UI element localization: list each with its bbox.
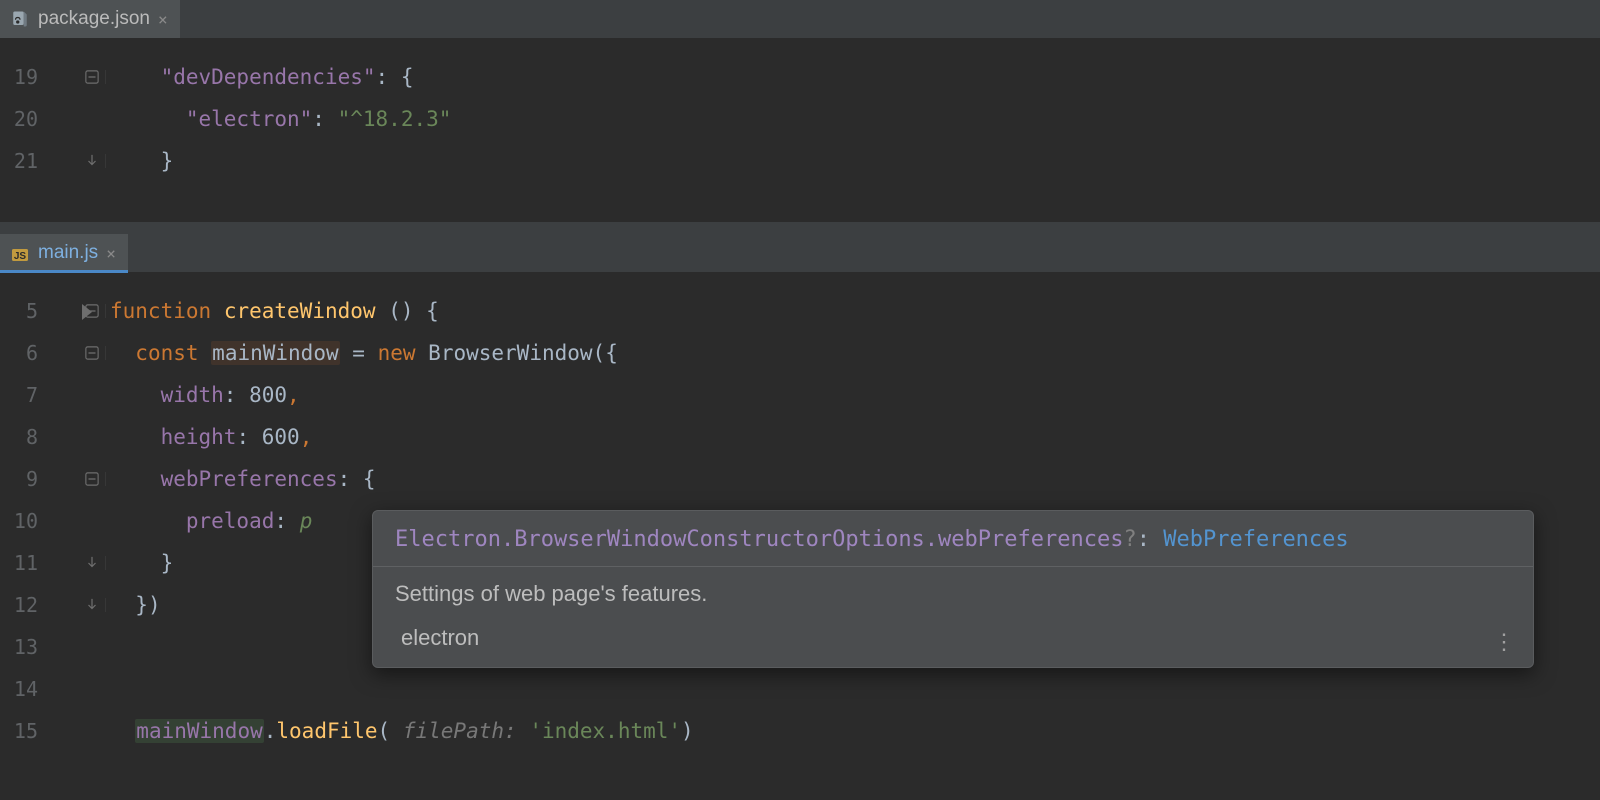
code-line[interactable]: } [110,551,173,575]
line-number: 12 [0,593,50,617]
fold-gutter[interactable] [50,598,106,612]
line-number: 14 [0,677,50,701]
line-number: 8 [0,425,50,449]
line-number: 6 [0,341,50,365]
code-line[interactable]: "devDependencies": { [110,65,413,89]
line-number: 19 [0,65,50,89]
code-line[interactable]: mainWindow.loadFile( filePath: 'index.ht… [110,719,694,743]
tab-main-js[interactable]: JS main.js × [0,234,128,272]
doc-description: Settings of web page's features. [373,567,1533,625]
fold-gutter[interactable] [50,70,106,84]
doc-type-link[interactable]: WebPreferences [1163,527,1348,552]
tab-bar-top: package.json × [0,0,1600,38]
code-line[interactable]: }) [110,593,161,617]
code-line[interactable]: height: 600, [110,425,312,449]
tab-close-icon[interactable]: × [106,244,116,263]
doc-module: electron [373,625,1533,667]
run-gutter-icon[interactable] [82,304,92,320]
tab-close-icon[interactable]: × [158,10,168,29]
line-number: 9 [0,467,50,491]
line-number: 20 [0,107,50,131]
json-file-icon [10,9,30,29]
current-line-highlight [80,668,1600,710]
fold-collapse-icon[interactable] [85,346,99,360]
fold-gutter[interactable] [50,556,106,570]
code-line[interactable]: const mainWindow = new BrowserWindow({ [110,341,618,365]
fold-end-icon[interactable] [85,154,99,168]
editor-pane-bottom: JS main.js × 5 function createWindow () … [0,234,1600,752]
fold-end-icon[interactable] [85,556,99,570]
documentation-popup: Electron.BrowserWindowConstructorOptions… [372,510,1534,668]
doc-signature: Electron.BrowserWindowConstructorOptions… [373,511,1533,567]
line-number: 15 [0,719,50,743]
code-line[interactable]: preload: p [110,509,312,533]
editor-pane-top: package.json × 19 "devDependencies": { 2… [0,0,1600,222]
code-line[interactable]: width: 800, [110,383,300,407]
line-number: 10 [0,509,50,533]
fold-end-icon[interactable] [85,598,99,612]
fold-gutter[interactable] [50,304,106,318]
tab-filename: main.js [38,242,98,264]
fold-gutter[interactable] [50,472,106,486]
line-number: 13 [0,635,50,659]
code-line[interactable]: } [110,149,173,173]
tab-package-json[interactable]: package.json × [0,0,180,38]
fold-gutter[interactable] [50,346,106,360]
code-line[interactable]: "electron": "^18.2.3" [110,107,451,131]
fold-collapse-icon[interactable] [85,70,99,84]
code-line[interactable]: webPreferences: { [110,467,376,491]
doc-more-icon[interactable]: ⋮ [1493,629,1517,655]
line-number: 7 [0,383,50,407]
line-number: 5 [0,299,50,323]
line-number: 11 [0,551,50,575]
tab-filename: package.json [38,8,150,30]
code-line[interactable]: function createWindow () { [110,299,439,323]
tab-bar-bottom: JS main.js × [0,234,1600,272]
line-number: 21 [0,149,50,173]
svg-text:JS: JS [14,251,27,262]
pane-splitter[interactable] [0,222,1600,234]
fold-gutter[interactable] [50,154,106,168]
js-file-icon: JS [10,243,30,263]
fold-collapse-icon[interactable] [85,472,99,486]
code-area-top[interactable]: 19 "devDependencies": { 20 "electron": "… [0,56,1600,222]
